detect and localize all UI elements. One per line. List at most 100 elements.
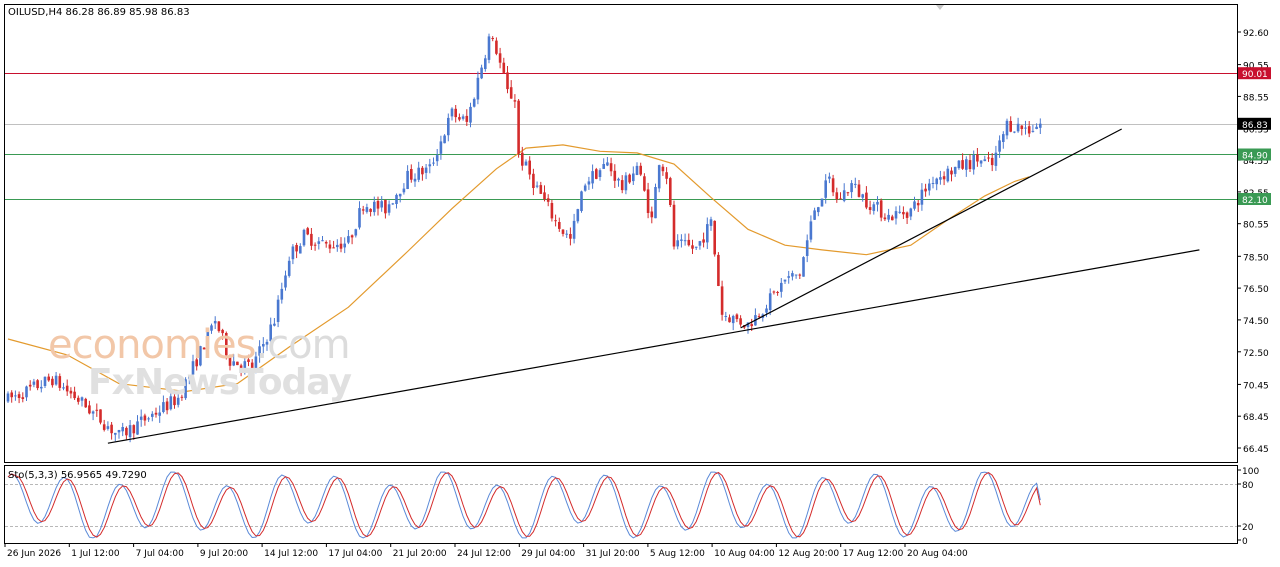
candle-body <box>928 183 931 191</box>
candle-body <box>846 192 850 194</box>
candle-body <box>628 174 631 183</box>
candle-body <box>687 239 691 246</box>
candle-body <box>787 276 790 278</box>
price-axis-label: 88.55 <box>1243 93 1269 103</box>
candle-body <box>210 325 213 331</box>
candle-body <box>232 361 235 366</box>
candle-body <box>776 292 779 293</box>
candle-body <box>413 178 417 182</box>
time-axis-label: 5 Aug 12:00 <box>650 549 705 559</box>
candle-body <box>731 316 735 324</box>
candle-body <box>606 162 609 166</box>
candle-body <box>269 324 272 342</box>
price-axis-label: 72.50 <box>1243 349 1269 359</box>
candle-body <box>876 201 879 205</box>
oscillator-tick-label: 100 <box>1242 467 1259 477</box>
price-axis-label: 92.60 <box>1243 29 1269 39</box>
candle-body <box>36 380 39 389</box>
candle-body <box>887 214 890 220</box>
candle-body <box>424 167 428 173</box>
candle-body <box>373 201 376 213</box>
candle-body <box>550 203 554 219</box>
candle-body <box>106 426 110 429</box>
candle-body <box>158 412 161 416</box>
candle-body <box>913 201 916 209</box>
candle-body <box>273 323 276 326</box>
candle-body <box>265 341 269 345</box>
candle-body <box>657 165 661 189</box>
candle-body <box>835 192 839 200</box>
candle-body <box>968 160 972 169</box>
candle-body <box>920 189 924 205</box>
candle-body <box>665 172 668 179</box>
candle-body <box>498 53 502 63</box>
candle-body <box>709 219 713 226</box>
candle-body <box>1016 123 1020 132</box>
candle-body <box>354 229 358 236</box>
candle-body <box>728 317 731 323</box>
candle-body <box>765 308 768 313</box>
candle-body <box>1027 126 1031 134</box>
candle-body <box>979 160 983 164</box>
candle-body <box>347 236 350 243</box>
candle-body <box>558 222 561 229</box>
candle-body <box>961 160 964 169</box>
candle-body <box>58 376 62 388</box>
candle-body <box>17 394 21 398</box>
oscillator-tick-label: 20 <box>1242 523 1254 533</box>
candle-body <box>613 170 617 181</box>
candle-body <box>976 154 979 162</box>
candle-body <box>521 152 524 166</box>
candle-body <box>772 291 776 293</box>
candle-body <box>217 321 221 332</box>
candle-body <box>524 161 528 166</box>
candle-body <box>136 421 139 435</box>
candle-body <box>924 188 927 192</box>
candle-body <box>602 164 605 169</box>
time-axis-label: 26 Jun 2026 <box>7 549 61 559</box>
candle-body <box>476 77 480 100</box>
candle-body <box>443 135 446 144</box>
candle-body <box>639 165 642 175</box>
candle-body <box>572 220 576 239</box>
candle-body <box>831 178 835 193</box>
candle-body <box>91 411 95 414</box>
candle-body <box>532 173 535 188</box>
candle-body <box>125 427 128 436</box>
candle-body <box>343 243 346 248</box>
candle-body <box>421 167 424 175</box>
candle-body <box>77 397 80 402</box>
candle-body <box>339 243 343 249</box>
candle-body <box>147 418 150 420</box>
candle-body <box>595 169 598 179</box>
candle-body <box>865 192 868 208</box>
candle-body <box>517 100 520 154</box>
symbol-name: OILUSD,H4 <box>8 7 62 18</box>
candle-body <box>317 241 321 244</box>
candle-body <box>502 62 506 73</box>
candle-body <box>828 176 831 179</box>
candle-body <box>587 181 591 185</box>
candle-body <box>965 159 968 170</box>
price-chart[interactable]: 10080200 92.6090.5588.5586.5384.5582.558… <box>0 0 1280 567</box>
candle-body <box>173 396 176 406</box>
candle-body <box>310 233 313 246</box>
candle-body <box>25 386 28 398</box>
candle-body <box>809 221 813 240</box>
candle-body <box>95 409 99 411</box>
candle-body <box>794 274 798 276</box>
candle-body <box>188 375 191 379</box>
candle-body <box>872 204 876 211</box>
candle-body <box>88 405 91 414</box>
candle-body <box>713 220 716 255</box>
candle-body <box>365 207 369 212</box>
candle-body <box>813 210 816 220</box>
candle-body <box>117 430 121 433</box>
candle-body <box>184 379 187 399</box>
candle-body <box>332 247 335 249</box>
candle-body <box>62 387 65 389</box>
time-axis-label: 12 Aug 20:00 <box>778 549 839 559</box>
candle-body <box>539 185 543 194</box>
candle-body <box>254 356 258 369</box>
candle-body <box>495 40 498 54</box>
